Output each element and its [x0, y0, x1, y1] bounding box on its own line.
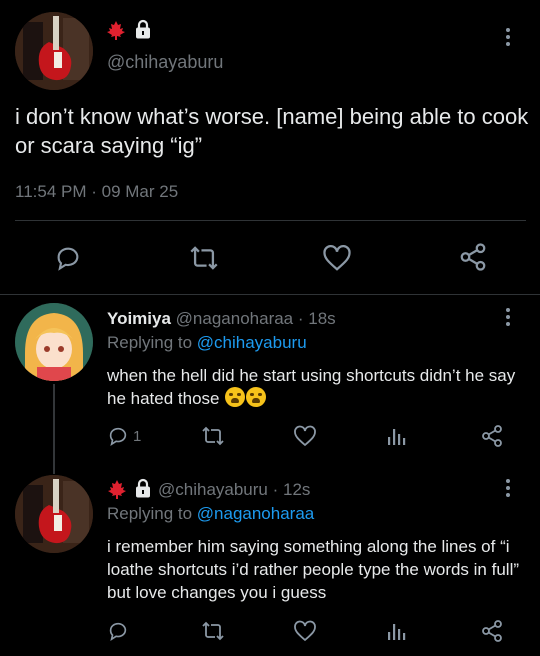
like-button[interactable]: [293, 620, 317, 647]
lock-icon: [134, 19, 152, 39]
like-button[interactable]: [322, 244, 352, 272]
reply-button[interactable]: [54, 244, 82, 272]
retweet-icon: [202, 621, 224, 641]
like-button[interactable]: [293, 425, 317, 452]
handle-time[interactable]: @naganoharaa · 18s: [176, 309, 336, 328]
reply-icon: [109, 427, 127, 447]
analytics-icon: [388, 624, 406, 640]
retweet-button[interactable]: [188, 244, 220, 272]
like-icon: [294, 425, 316, 447]
loudly-crying-face-emoji: [246, 387, 267, 407]
like-icon: [323, 245, 351, 271]
lock-icon: [134, 478, 152, 498]
more-options-button[interactable]: [506, 479, 510, 500]
share-icon: [460, 243, 486, 271]
replying-to: Replying to @naganoharaa: [107, 504, 314, 524]
reply-button[interactable]: 1: [107, 425, 141, 447]
loudly-crying-face-emoji: [225, 387, 246, 407]
reply-text-body: when the hell did he start using shortcu…: [107, 366, 516, 408]
analytics-icon: [388, 429, 406, 445]
tweet-text: i don’t know what’s worse. [name] being …: [15, 104, 529, 158]
maple-leaf-icon: [107, 479, 127, 499]
thread-line: [53, 384, 55, 474]
like-icon: [294, 620, 316, 642]
reply-button[interactable]: [107, 620, 129, 647]
maple-leaf-icon: [106, 20, 126, 40]
replying-to-link[interactable]: @chihayaburu: [197, 333, 307, 352]
display-name[interactable]: Yoimiya: [107, 309, 171, 328]
share-button[interactable]: [480, 424, 504, 453]
handle-time[interactable]: @chihayaburu · 12s: [158, 480, 310, 500]
replying-label: Replying to: [107, 333, 197, 352]
reply-text: i remember him saying something along th…: [107, 537, 520, 602]
share-button[interactable]: [480, 619, 504, 648]
analytics-button[interactable]: [386, 620, 408, 647]
retweet-icon: [190, 246, 218, 270]
reply-count: 1: [133, 427, 142, 445]
avatar[interactable]: [15, 303, 93, 381]
reply-icon: [57, 247, 79, 271]
share-icon: [482, 425, 502, 447]
divider: [15, 220, 526, 221]
more-options-button[interactable]: [506, 28, 510, 49]
replying-label: Replying to: [107, 504, 197, 523]
avatar[interactable]: [15, 12, 93, 90]
more-options-button[interactable]: [506, 308, 510, 329]
retweet-icon: [202, 426, 224, 446]
avatar[interactable]: [15, 475, 93, 553]
reply-header: Yoimiya @naganoharaa · 18s: [107, 309, 336, 329]
replying-to-link[interactable]: @naganoharaa: [197, 504, 314, 523]
tweet-timestamp: 11:54 PM · 09 Mar 25: [15, 182, 179, 201]
share-button[interactable]: [458, 242, 488, 272]
share-icon: [482, 620, 502, 642]
reply-text: when the hell did he start using shortcu…: [107, 364, 517, 410]
retweet-button[interactable]: [200, 425, 226, 452]
reply-icon: [109, 622, 127, 642]
retweet-button[interactable]: [200, 620, 226, 647]
divider: [0, 294, 540, 295]
analytics-button[interactable]: [386, 425, 408, 452]
author-handle[interactable]: @chihayaburu: [107, 52, 223, 73]
replying-to: Replying to @chihayaburu: [107, 333, 307, 353]
